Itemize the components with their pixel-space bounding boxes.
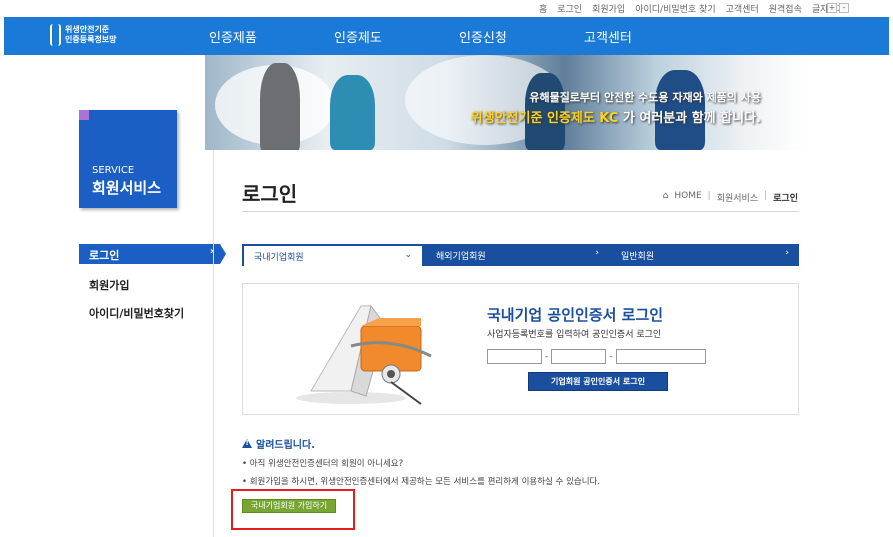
biz-number-part2-input[interactable] (551, 349, 607, 364)
banner-headline-rest: 가 여러분과 함께 합니다. (622, 111, 761, 126)
util-support-link[interactable]: 고객센터 (726, 2, 759, 15)
breadcrumb-home[interactable]: HOME (674, 191, 701, 204)
breadcrumb-current: 로그인 (773, 194, 798, 204)
main-navigation: 위생안전기준 인증등록정보망 인증제품 인증제도 인증신청 고객센터 (4, 17, 889, 55)
site-logo[interactable]: 위생안전기준 인증등록정보망 (50, 24, 117, 46)
util-join-link[interactable]: 회원가입 (592, 2, 625, 15)
utility-links: 홈 로그인 회원가입 아이디/비밀번호 찾기 고객센터 원격접속 글자크기 (539, 2, 845, 15)
tab-domestic-company[interactable]: 국내기업회원 ⌄ (242, 244, 424, 266)
chevron-down-icon: ⌄ (404, 250, 412, 260)
sidebar-title-en: SERVICE (92, 165, 135, 176)
logo-mark-icon (50, 24, 61, 46)
font-size-buttons: + - (827, 3, 849, 13)
sidebar-title-box: SERVICE 회원서비스 (79, 110, 177, 208)
sidebar-title-ko: 회원서비스 (92, 179, 162, 197)
chevron-right-icon: › (785, 248, 789, 258)
sidebar-item-login[interactable]: 로그인 › (79, 244, 226, 264)
hero-banner: 유해물질로부터 안전한 수도용 자재와 제품의 사용 위생안전기준 인증제도 K… (205, 55, 805, 150)
tab-foreign-company[interactable]: 해외기업회원 › (424, 244, 609, 266)
util-find-id-link[interactable]: 아이디/비밀번호 찾기 (635, 2, 715, 15)
content-divider (213, 150, 214, 537)
company-cert-login-button[interactable]: 기업회원 공인인증서 로그인 (528, 372, 668, 391)
certificate-login-panel: 국내기업 공인인증서 로그인 사업자등록번호를 입력하여 공인인증서 로그인 -… (242, 283, 799, 415)
utility-bar: 홈 로그인 회원가입 아이디/비밀번호 찾기 고객센터 원격접속 글자크기 (0, 0, 893, 17)
notice-title-text: 알려드립니다. (256, 440, 315, 451)
font-increase-button[interactable]: + (827, 3, 837, 13)
certificate-lock-illustration-icon (296, 304, 432, 405)
nav-customer-center[interactable]: 고객센터 (584, 27, 632, 46)
logo-line2: 인증등록정보망 (65, 35, 117, 44)
sidebar-item-join[interactable]: 회원가입 (79, 277, 220, 293)
warning-icon (242, 439, 252, 448)
font-decrease-button[interactable]: - (839, 3, 849, 13)
login-subtitle: 사업자등록번호를 입력하여 공인인증서 로그인 (487, 330, 662, 340)
nav-certification-apply[interactable]: 인증신청 (459, 27, 507, 46)
breadcrumb-member-service[interactable]: 회원서비스 (717, 191, 758, 204)
title-divider (242, 211, 799, 212)
sidebar-item-find-id[interactable]: 아이디/비밀번호찾기 (79, 305, 220, 321)
tab-general-member[interactable]: 일반회원 › (609, 244, 799, 266)
nav-certification-system[interactable]: 인증제도 (334, 27, 382, 46)
util-login-link[interactable]: 로그인 (557, 2, 582, 15)
biz-number-part1-input[interactable] (487, 349, 542, 364)
sidebar-menu: 로그인 › 회원가입 아이디/비밀번호찾기 (79, 244, 226, 321)
business-number-inputs: - - (487, 349, 706, 364)
util-home-link[interactable]: 홈 (539, 2, 547, 15)
logo-line1: 위생안전기준 (65, 25, 110, 34)
notice-line-2: • 회원가입을 하시면, 위생안전인증센터에서 제공하는 모든 서비스를 편리하… (242, 477, 601, 487)
biz-number-part3-input[interactable] (615, 349, 706, 364)
banner-headline: 위생안전기준 인증제도 KC 가 여러분과 함께 합니다. (471, 107, 761, 126)
notice-line-1: • 아직 위생안전인증센터의 회원이 아니세요? (242, 459, 404, 469)
notice-heading: 알려드립니다. (242, 436, 315, 451)
chevron-right-icon: › (595, 248, 599, 258)
member-type-tabs: 국내기업회원 ⌄ 해외기업회원 › 일반회원 › (242, 244, 799, 266)
breadcrumb: ⌂ HOME | 회원서비스 | 로그인 (662, 191, 798, 204)
sidebar-item-login-label: 로그인 (89, 249, 120, 262)
domestic-company-join-button[interactable]: 국내기업회원 가입하기 (242, 499, 336, 513)
login-title: 국내기업 공인인증서 로그인 (487, 306, 664, 324)
banner-headline-highlight: 위생안전기준 인증제도 KC (470, 111, 619, 126)
util-remote-link[interactable]: 원격접속 (769, 2, 802, 15)
banner-tagline: 유해물질로부터 안전한 수도용 자재와 제품의 사용 (529, 91, 761, 104)
home-icon: ⌂ (662, 191, 669, 201)
nav-certified-products[interactable]: 인증제품 (209, 27, 257, 46)
page-title: 로그인 (242, 182, 298, 206)
